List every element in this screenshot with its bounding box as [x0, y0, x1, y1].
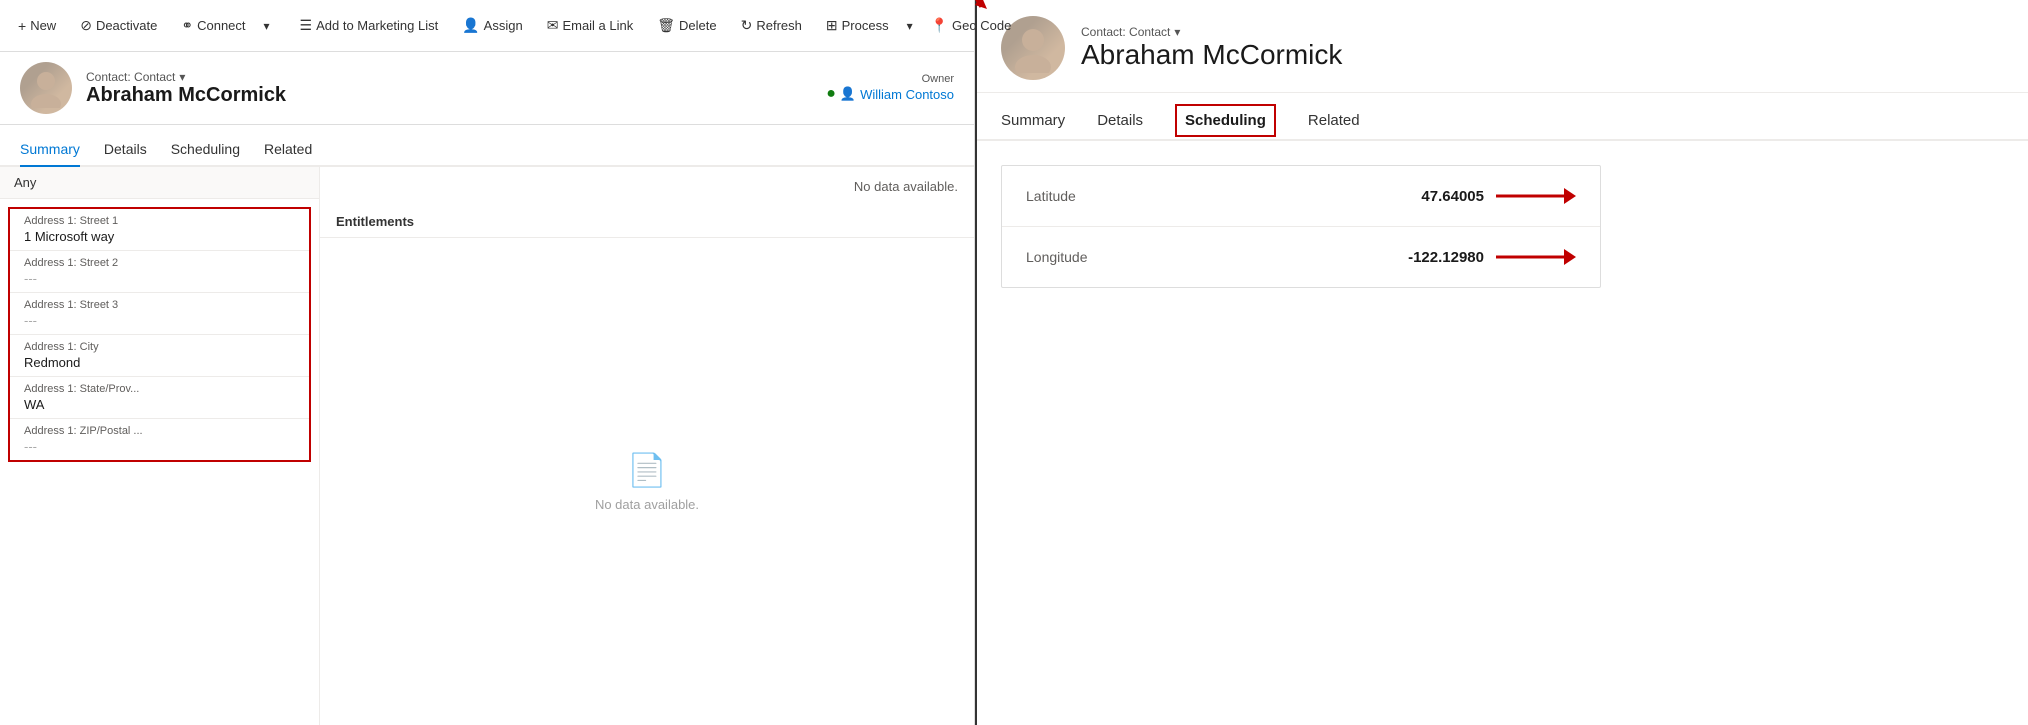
field-label-state: Address 1: State/Prov...	[24, 383, 295, 395]
record-header-right: Owner ● 👤 William Contoso	[826, 73, 954, 103]
process-button[interactable]: ⊞ Process	[816, 11, 899, 40]
deactivate-button[interactable]: ⊘ Deactivate	[70, 11, 167, 40]
record-header-left: Contact: Contact ▾ Abraham McCormick	[20, 62, 286, 114]
tab-related[interactable]: Related	[264, 133, 312, 167]
content-area: Any Address 1: Street 1 1 Microsoft way …	[0, 167, 974, 725]
assign-button[interactable]: 👤 Assign	[452, 11, 532, 40]
field-value-state: WA	[24, 397, 295, 412]
rp-tab-details[interactable]: Details	[1097, 102, 1143, 141]
rp-tab-related[interactable]: Related	[1308, 102, 1360, 141]
rp-tab-summary[interactable]: Summary	[1001, 102, 1065, 141]
rp-content: Latitude 47.64005 Longitude -122.12980	[977, 141, 2028, 725]
field-value-zip: ---	[24, 439, 295, 454]
field-value-street3: ---	[24, 313, 295, 328]
connect-chevron[interactable]: ▾	[260, 13, 274, 39]
latitude-row: Latitude 47.64005	[1002, 166, 1600, 227]
tab-summary[interactable]: Summary	[20, 133, 80, 167]
toolbar: + New ⊘ Deactivate ⚭ Connect ▾ ☰ Add to …	[0, 0, 974, 52]
field-label-street1: Address 1: Street 1	[24, 215, 295, 227]
entitlements-body: 📄 No data available.	[320, 238, 974, 725]
field-label-zip: Address 1: ZIP/Postal ...	[24, 425, 295, 437]
left-col: Any Address 1: Street 1 1 Microsoft way …	[0, 167, 320, 725]
field-row-street3: Address 1: Street 3 ---	[10, 293, 309, 335]
rp-name: Abraham McCormick	[1081, 39, 1342, 71]
tab-details[interactable]: Details	[104, 133, 147, 167]
email-icon: ✉	[547, 17, 559, 34]
longitude-row: Longitude -122.12980	[1002, 227, 1600, 287]
record-header: Contact: Contact ▾ Abraham McCormick Own…	[0, 52, 974, 125]
add-marketing-button[interactable]: ☰ Add to Marketing List	[290, 11, 449, 40]
rp-tab-bar: Summary Details Scheduling Related	[977, 93, 2028, 141]
field-row-city: Address 1: City Redmond	[10, 335, 309, 377]
geo-card: Latitude 47.64005 Longitude -122.12980	[1001, 165, 1601, 288]
process-chevron[interactable]: ▾	[903, 13, 917, 39]
assign-icon: 👤	[462, 17, 479, 34]
record-entity: Contact: Contact ▾	[86, 70, 286, 84]
field-row-street2: Address 1: Street 2 ---	[10, 251, 309, 293]
record-name: Abraham McCormick	[86, 84, 286, 107]
delete-button[interactable]: 🗑 Delete	[647, 11, 726, 40]
owner-link[interactable]: William Contoso	[860, 87, 954, 102]
field-value-city: Redmond	[24, 355, 295, 370]
refresh-icon: ↻	[741, 17, 753, 34]
email-link-button[interactable]: ✉ Email a Link	[537, 11, 644, 40]
rp-title-area: Contact: Contact ▾ Abraham McCormick	[1081, 25, 1342, 71]
rp-tab-scheduling[interactable]: Scheduling	[1175, 104, 1276, 137]
rp-entity: Contact: Contact ▾	[1081, 25, 1342, 39]
entity-chevron-icon: ▾	[179, 70, 185, 84]
geocode-arrow	[951, 0, 1011, 13]
delete-icon: 🗑	[657, 17, 675, 34]
right-panel: Contact: Contact ▾ Abraham McCormick Sum…	[975, 0, 2028, 725]
field-label-city: Address 1: City	[24, 341, 295, 353]
latitude-value: 47.64005	[1421, 188, 1484, 205]
field-row-state: Address 1: State/Prov... WA	[10, 377, 309, 419]
longitude-arrow	[1496, 245, 1576, 269]
longitude-value: -122.12980	[1408, 249, 1484, 266]
longitude-label: Longitude	[1026, 249, 1088, 265]
rp-header: Contact: Contact ▾ Abraham McCormick	[977, 0, 2028, 93]
field-row-zip: Address 1: ZIP/Postal ... ---	[10, 419, 309, 460]
longitude-value-area: -122.12980	[1408, 245, 1576, 269]
record-title-area: Contact: Contact ▾ Abraham McCormick	[86, 70, 286, 107]
add-marketing-icon: ☰	[300, 17, 313, 34]
document-icon: 📄	[627, 451, 667, 489]
right-col: No data available. Entitlements 📄 No dat…	[320, 167, 974, 725]
field-row-street1: Address 1: Street 1 1 Microsoft way	[10, 209, 309, 251]
tab-bar: Summary Details Scheduling Related	[0, 125, 974, 167]
field-label-street3: Address 1: Street 3	[24, 299, 295, 311]
owner-status-dot: ●	[826, 85, 836, 103]
no-data-top: No data available.	[320, 167, 974, 206]
connect-icon: ⚭	[181, 17, 193, 34]
tab-scheduling[interactable]: Scheduling	[171, 133, 240, 167]
field-value-street2: ---	[24, 271, 295, 286]
connect-button[interactable]: ⚭ Connect	[171, 11, 255, 40]
rp-entity-chevron-icon: ▾	[1174, 25, 1180, 39]
field-value-street1: 1 Microsoft way	[24, 229, 295, 244]
new-icon: +	[18, 18, 26, 34]
latitude-value-area: 47.64005	[1421, 184, 1576, 208]
address-group: Address 1: Street 1 1 Microsoft way Addr…	[8, 207, 311, 462]
latitude-arrow	[1496, 184, 1576, 208]
latitude-label: Latitude	[1026, 188, 1076, 204]
refresh-button[interactable]: ↻ Refresh	[731, 11, 812, 40]
owner-value: ● 👤 William Contoso	[826, 85, 954, 103]
geocode-icon: 📍	[931, 17, 948, 34]
entitlements-no-data: No data available.	[595, 497, 699, 512]
entitlements-header: Entitlements	[320, 206, 974, 238]
new-button[interactable]: + New	[8, 12, 66, 40]
process-icon: ⊞	[826, 17, 838, 34]
geocode-button[interactable]: 📍 Geo Code	[921, 11, 1022, 40]
entitlements-section: Entitlements 📄 No data available.	[320, 206, 974, 725]
avatar	[20, 62, 72, 114]
deactivate-icon: ⊘	[80, 17, 92, 34]
owner-person-icon: 👤	[840, 86, 856, 102]
left-panel: + New ⊘ Deactivate ⚭ Connect ▾ ☰ Add to …	[0, 0, 975, 725]
field-label-street2: Address 1: Street 2	[24, 257, 295, 269]
owner-label: Owner	[826, 73, 954, 85]
section-header-any: Any	[0, 167, 319, 199]
